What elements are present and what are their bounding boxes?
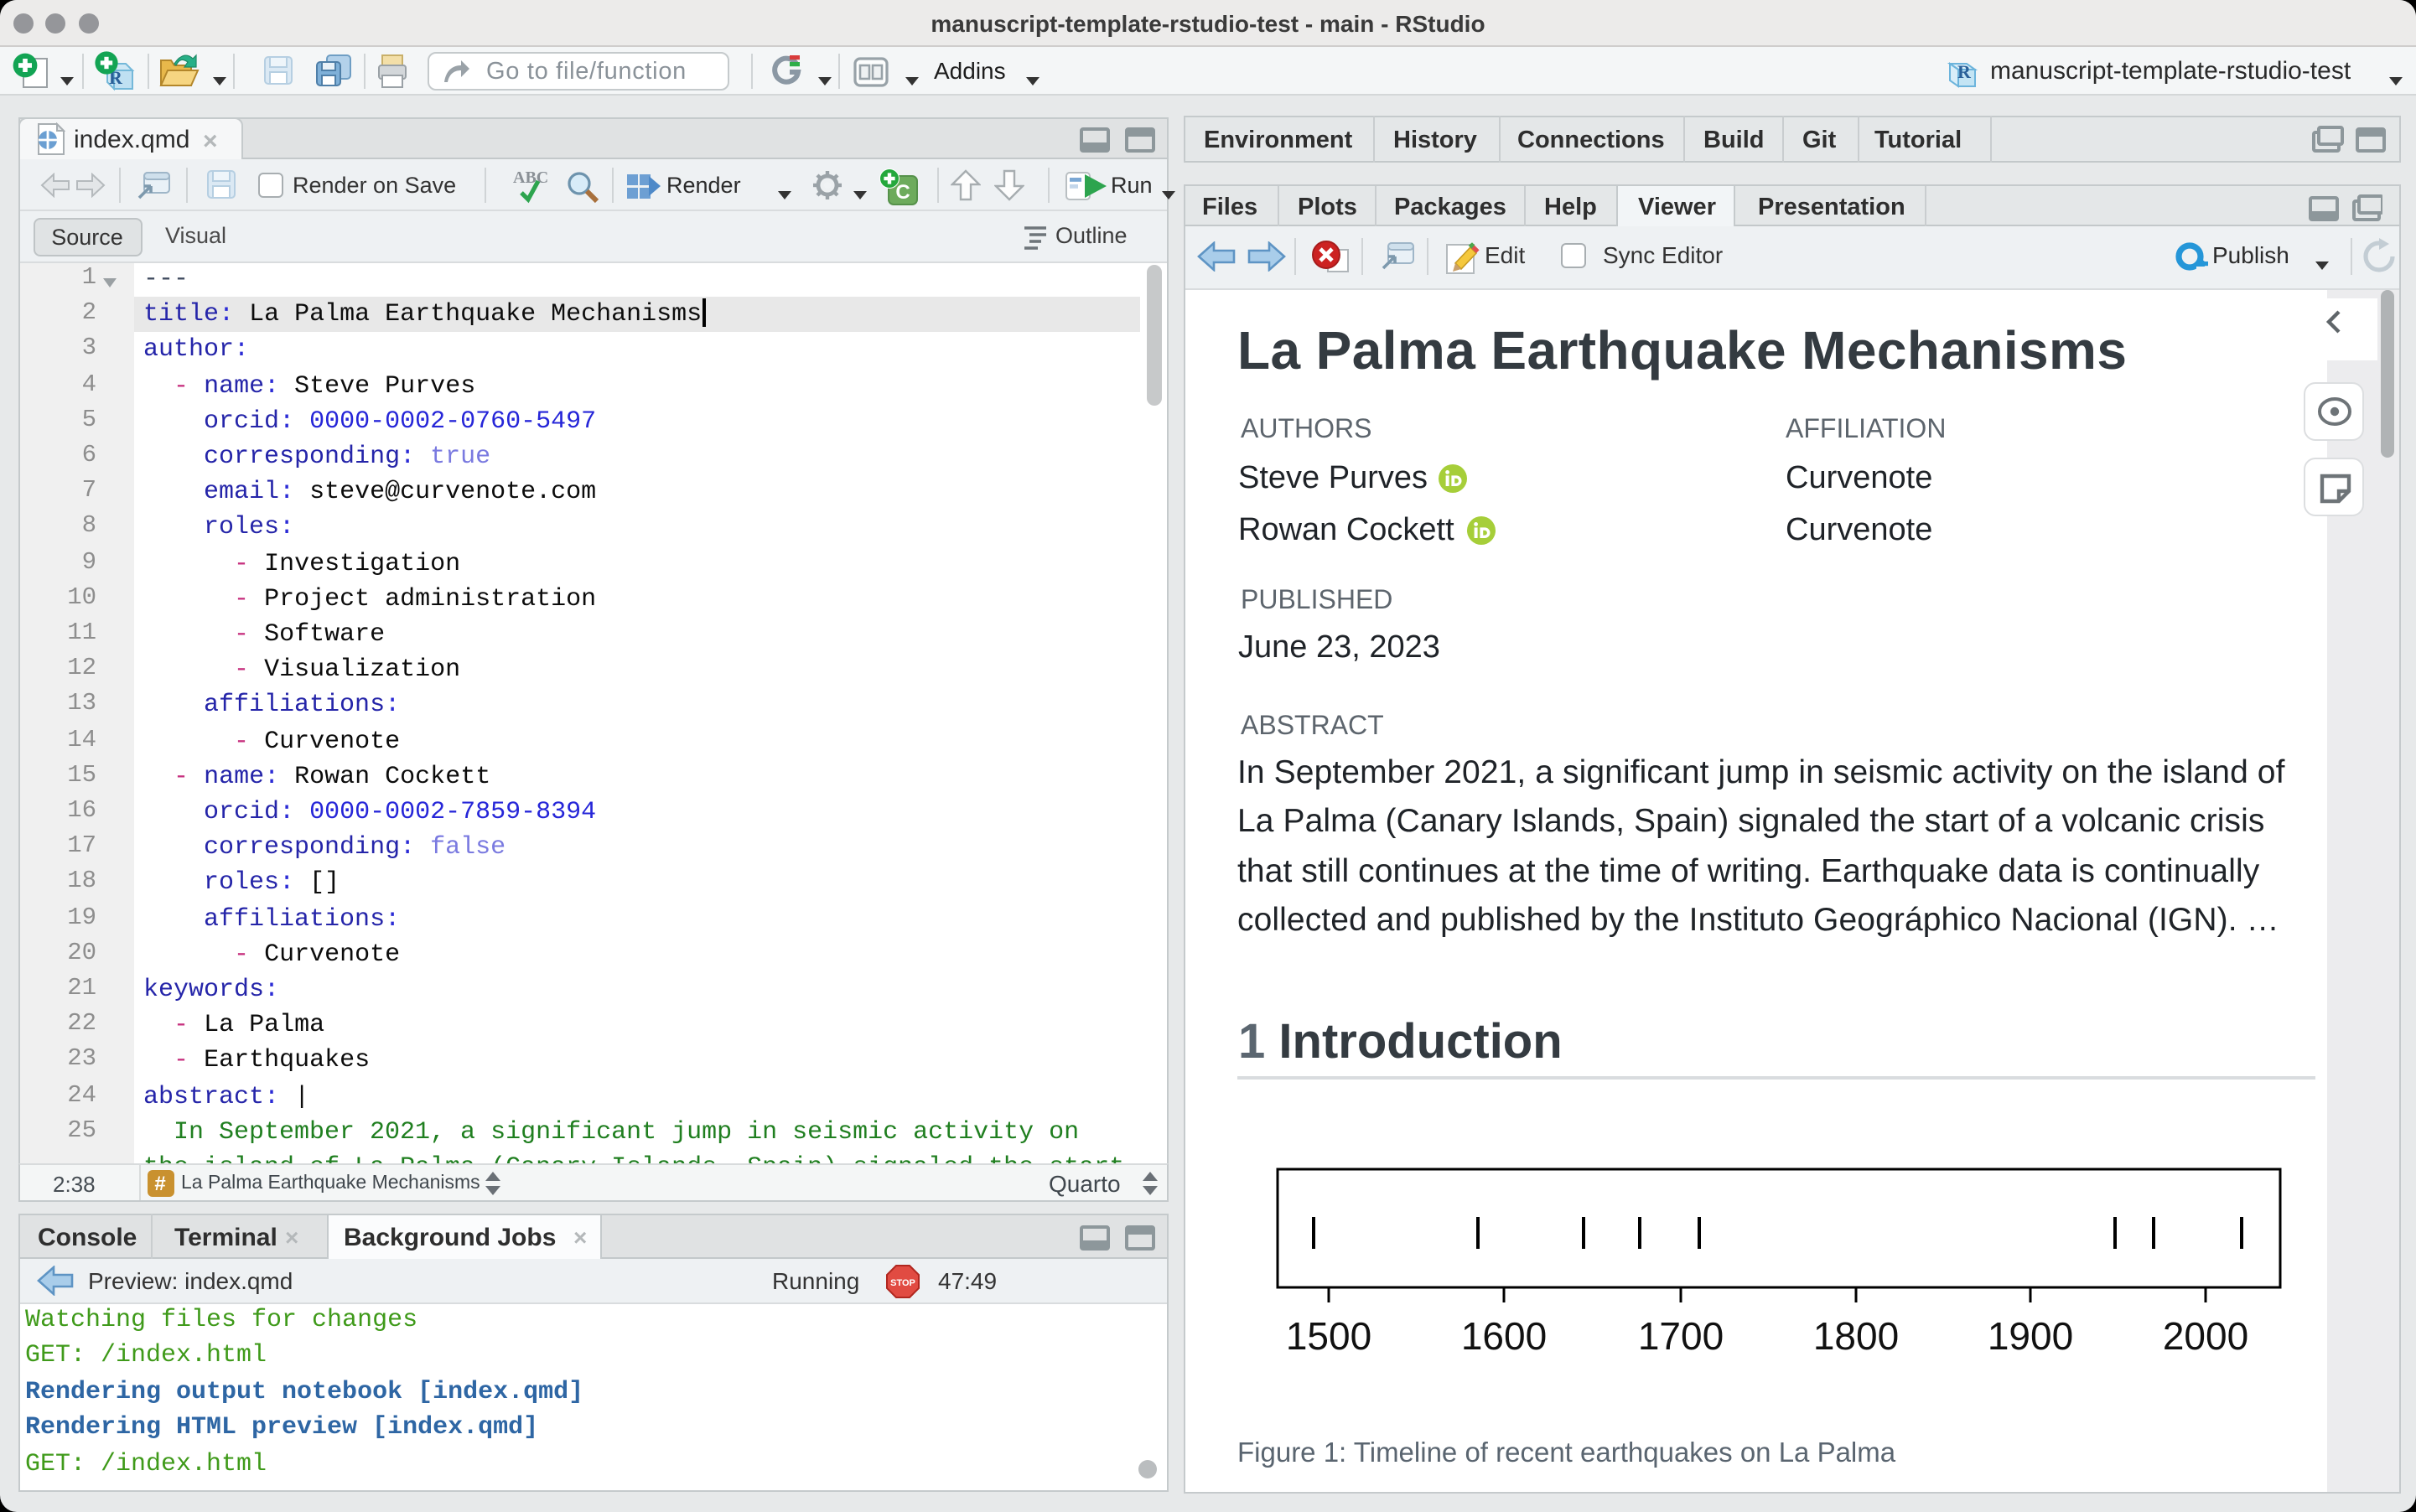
svg-text:2000: 2000 bbox=[2162, 1314, 2248, 1358]
svg-text:1800: 1800 bbox=[1812, 1314, 1898, 1358]
svg-text:R: R bbox=[1957, 61, 1972, 82]
svg-text:C: C bbox=[894, 181, 909, 204]
svg-text:1700: 1700 bbox=[1637, 1314, 1723, 1358]
svg-text:1900: 1900 bbox=[1987, 1314, 2072, 1358]
svg-text:STOP: STOP bbox=[889, 1277, 915, 1287]
svg-text:ABC: ABC bbox=[512, 168, 547, 187]
svg-text:1600: 1600 bbox=[1460, 1314, 1546, 1358]
svg-text:1500: 1500 bbox=[1285, 1314, 1371, 1358]
